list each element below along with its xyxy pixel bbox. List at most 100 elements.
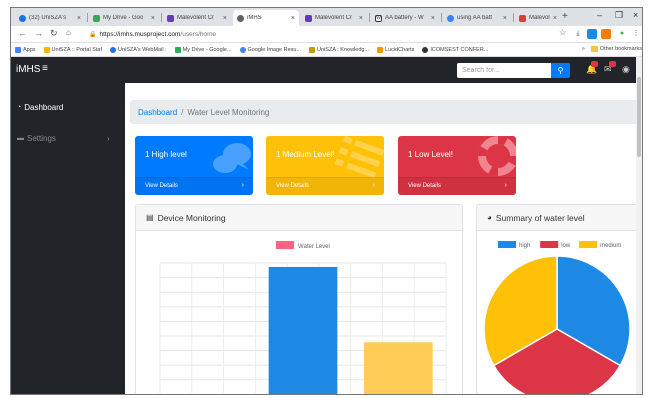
close-tab-icon[interactable]: × [148, 15, 155, 22]
search-input[interactable] [457, 63, 551, 78]
card-footer[interactable]: View Details › [266, 177, 384, 195]
tab-divider [369, 13, 370, 22]
browser-tab[interactable]: Malevolent Cr × [301, 10, 367, 26]
chevron-right-icon[interactable]: › [505, 182, 507, 189]
breadcrumb: Dashboard / Water Level Monitoring [130, 100, 638, 124]
card-footer[interactable]: View Details › [135, 177, 253, 195]
chevron-right-icon[interactable]: › [242, 182, 244, 189]
minimize-icon[interactable]: – [597, 10, 602, 20]
legend-label[interactable]: high [519, 243, 530, 249]
legend-label[interactable]: low [561, 243, 571, 249]
tab-title: (32) UniSZA's [29, 15, 67, 21]
scrollbar-thumb[interactable] [637, 77, 641, 157]
legend-label[interactable]: medium [600, 243, 621, 249]
bookmark-item[interactable]: Google Image Resu... [239, 46, 301, 53]
tab-title: Malevolent Re [529, 15, 550, 21]
bookmark-item[interactable]: My Drive - Google... [174, 46, 232, 53]
bookmark-item[interactable]: UniSZA : Knowledg... [309, 46, 369, 53]
sidebar-item-dashboard[interactable]: ◔ Dashboard [17, 103, 63, 112]
tab-divider [161, 13, 162, 22]
page-scrollbar[interactable] [636, 57, 642, 394]
bookmark-item[interactable]: ICOMSEST CONFER... [422, 46, 488, 53]
breadcrumb-current: Water Level Monitoring [187, 107, 270, 117]
bookmark-favicon-icon [109, 46, 116, 53]
message-badge [609, 61, 616, 67]
device-monitoring-panel: ▤ Device Monitoring Water Level [135, 204, 463, 395]
new-tab-button[interactable]: + [562, 11, 568, 22]
close-tab-icon[interactable]: × [356, 15, 363, 22]
dashboard-icon: ◔ [17, 104, 22, 111]
alert-badge [591, 61, 598, 67]
sidebar-item-label: Settings [27, 134, 56, 143]
close-tab-icon[interactable]: × [74, 15, 81, 22]
more-bookmarks-button[interactable]: » [582, 46, 585, 52]
browser-tab[interactable]: using AA batt × [443, 10, 511, 26]
brand-logo[interactable]: iMHS [16, 64, 40, 75]
legend-swatch [579, 241, 598, 248]
view-details-link[interactable]: View Details [276, 183, 309, 189]
card-footer[interactable]: View Details › [398, 177, 516, 195]
close-tab-icon[interactable]: × [428, 15, 435, 22]
extension-icon[interactable] [587, 29, 597, 39]
url-field[interactable]: 🔒 https://imhs.musproject.com /users/hom… [89, 28, 549, 40]
bookmark-apps[interactable]: Apps [15, 46, 36, 53]
close-tab-icon[interactable]: × [500, 15, 507, 22]
bar[interactable] [268, 267, 338, 395]
panel-header: ◕ Summary of water level [477, 205, 638, 231]
chevron-right-icon[interactable]: › [373, 182, 375, 189]
bell-icon[interactable]: 🔔 [586, 61, 598, 75]
tab-title: iMHS [247, 15, 262, 21]
chevron-right-icon[interactable]: › [107, 134, 110, 143]
close-tab-icon[interactable]: × [288, 15, 295, 22]
browser-tab-active[interactable]: iMHS × [233, 10, 299, 26]
bookmark-label: UniSZA's WebMail : [117, 46, 167, 53]
download-icon[interactable]: ⤓ [573, 29, 583, 39]
reload-icon[interactable]: ↻ [50, 28, 58, 39]
sidebar-item-settings[interactable]: ▬ Settings [17, 134, 56, 143]
browser-tab[interactable]: Malevolent Re × [515, 10, 561, 26]
tab-divider [87, 13, 88, 22]
bookmark-favicon-icon [309, 46, 316, 53]
apps-grid-icon [15, 46, 21, 53]
browser-window: (32) UniSZA's × My Drive - Goo × Malevol… [10, 7, 643, 395]
bar[interactable] [364, 342, 433, 395]
legend-label[interactable]: Water Level [298, 244, 330, 250]
close-tab-icon[interactable]: × [220, 15, 227, 22]
view-details-link[interactable]: View Details [408, 183, 441, 189]
close-window-icon[interactable]: × [633, 10, 638, 20]
close-tab-icon[interactable]: × [550, 15, 557, 22]
bookmark-item[interactable]: UniSZA's WebMail : [109, 46, 167, 53]
home-icon[interactable]: ⌂ [66, 28, 71, 37]
view-details-link[interactable]: View Details [145, 183, 178, 189]
summary-panel: ◕ Summary of water level high low medium [476, 204, 639, 394]
browser-tab[interactable]: Malevolent Cr × [163, 10, 231, 26]
profile-icon[interactable]: ● [617, 29, 627, 39]
doc-icon [305, 14, 312, 22]
bookmark-favicon-icon [422, 46, 429, 53]
wikipedia-icon: W [375, 14, 382, 22]
high-level-card: 1 High level View Details › [135, 136, 253, 195]
breadcrumb-home-link[interactable]: Dashboard [138, 108, 177, 117]
legend-swatch [276, 241, 294, 249]
browser-tab[interactable]: (32) UniSZA's × [15, 10, 85, 26]
card-title: 1 Medium Level! [276, 150, 335, 159]
water-level-pie-chart: high low medium [483, 241, 631, 394]
bookmark-item[interactable]: UniSZA :: Portal Staf [43, 46, 102, 53]
back-arrow-icon[interactable]: ← [18, 28, 27, 38]
bookmark-item[interactable]: LucidCharts [377, 46, 414, 53]
star-icon[interactable]: ☆ [559, 28, 566, 37]
browser-tab[interactable]: W AA battery - W × [371, 10, 439, 26]
sidebar-toggle-icon[interactable]: ≡ [42, 63, 48, 74]
extension-icon[interactable] [601, 29, 611, 39]
restore-icon[interactable]: ❐ [615, 10, 623, 21]
menu-kebab-icon[interactable]: ⋮ [631, 29, 641, 39]
water-level-bar-chart: Water Level [159, 241, 447, 395]
browser-tab[interactable]: My Drive - Goo × [89, 10, 159, 26]
tab-title: Malevolent Cr [177, 15, 215, 21]
forward-arrow-icon[interactable]: → [34, 28, 43, 38]
url-host: https://imhs.musproject.com [99, 30, 181, 38]
user-icon[interactable]: ◉ [622, 64, 630, 75]
envelope-icon[interactable]: ✉ [604, 61, 616, 75]
search-button[interactable]: ⚲ [551, 63, 570, 78]
other-bookmarks[interactable]: Other bookmarks [600, 46, 642, 52]
